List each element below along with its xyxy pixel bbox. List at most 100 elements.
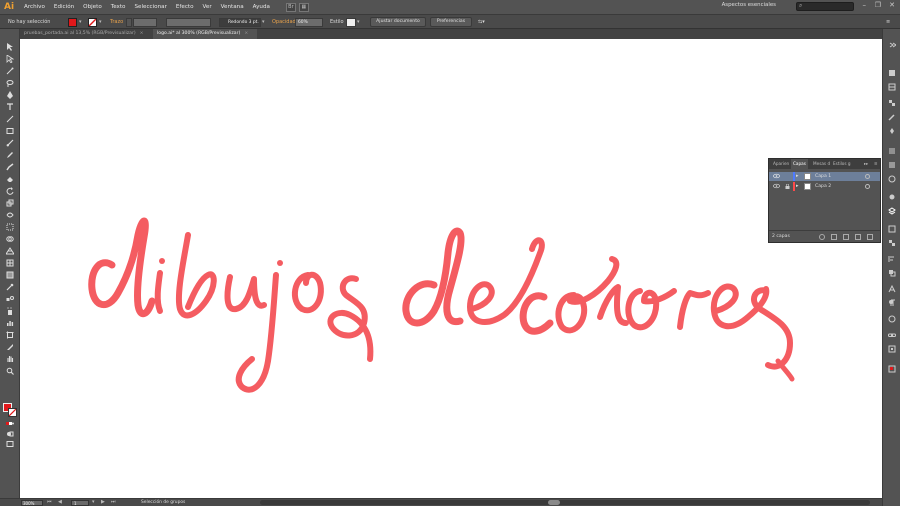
menu-ver[interactable]: Ver bbox=[203, 4, 212, 10]
blend-tool[interactable] bbox=[5, 294, 15, 303]
previous-artboard-icon[interactable]: ◀ bbox=[58, 499, 62, 506]
graphic-style-swatch[interactable] bbox=[346, 18, 356, 27]
arrange-documents-button[interactable]: ▦ bbox=[298, 2, 309, 12]
stroke-stepper[interactable] bbox=[126, 18, 132, 27]
stroke-label[interactable]: Trazo bbox=[110, 18, 123, 27]
zoom-tool[interactable] bbox=[5, 366, 15, 375]
transform-icon[interactable] bbox=[888, 345, 896, 353]
swatches-icon[interactable] bbox=[888, 99, 896, 107]
perspective-grid-tool[interactable] bbox=[5, 246, 15, 255]
symbol-sprayer-tool[interactable] bbox=[5, 306, 15, 315]
bridge-button[interactable]: Br bbox=[285, 2, 296, 12]
collapse-panels-icon[interactable] bbox=[888, 41, 897, 49]
layer-row-capa-2[interactable]: ▸ Capa 2 bbox=[769, 182, 880, 191]
gradient-tool[interactable] bbox=[5, 270, 15, 279]
free-transform-tool[interactable] bbox=[5, 222, 15, 231]
opacity-field[interactable]: 60% bbox=[295, 18, 323, 27]
layer-name[interactable]: Capa 2 bbox=[815, 182, 831, 191]
target-circle-icon[interactable] bbox=[865, 174, 870, 179]
hand-tool[interactable] bbox=[5, 354, 15, 363]
rectangle-tool[interactable] bbox=[5, 126, 15, 135]
character-icon[interactable] bbox=[888, 284, 896, 293]
next-artboard-icon[interactable]: ▶ bbox=[101, 499, 105, 506]
stroke-color-indicator[interactable] bbox=[8, 408, 17, 417]
appearance-icon[interactable] bbox=[888, 193, 896, 201]
restore-button[interactable]: ❐ bbox=[875, 1, 881, 9]
layer-name[interactable]: Capa 1 bbox=[815, 172, 831, 181]
mesh-tool[interactable] bbox=[5, 258, 15, 267]
artboard-canvas[interactable] bbox=[20, 39, 882, 498]
rotate-tool[interactable] bbox=[5, 186, 15, 195]
make-clipping-mask-icon[interactable] bbox=[831, 234, 837, 240]
slice-tool[interactable] bbox=[5, 342, 15, 351]
close-button[interactable]: ✕ bbox=[889, 1, 895, 9]
close-icon[interactable]: × bbox=[244, 31, 248, 36]
eyedropper-tool[interactable] bbox=[5, 282, 15, 291]
stroke-color-swatch[interactable] bbox=[88, 18, 97, 27]
color-icon[interactable] bbox=[888, 69, 896, 77]
menu-objeto[interactable]: Objeto bbox=[83, 4, 102, 10]
visibility-eye-icon[interactable] bbox=[773, 173, 780, 179]
tab-logo[interactable]: logo.ai* al 300% (RGB/Previsualizar) × bbox=[153, 29, 257, 39]
menu-archivo[interactable]: Archivo bbox=[24, 4, 45, 10]
menu-seleccionar[interactable]: Seleccionar bbox=[134, 4, 166, 10]
lock-icon[interactable] bbox=[785, 184, 790, 189]
screen-mode-icon[interactable] bbox=[5, 439, 15, 448]
layer-row-capa-1[interactable]: ▸ Capa 1 bbox=[769, 172, 880, 181]
artboards-icon[interactable] bbox=[888, 225, 896, 233]
gradient-icon[interactable] bbox=[888, 161, 896, 169]
tab-artboards[interactable]: Mesas d bbox=[811, 159, 832, 169]
artboard-number-field[interactable]: 1 bbox=[71, 500, 89, 506]
visibility-eye-icon[interactable] bbox=[773, 183, 780, 189]
chevron-down-icon[interactable]: ▾ bbox=[357, 18, 362, 27]
type-tool[interactable] bbox=[5, 102, 15, 111]
preferences-button[interactable]: Preferencias bbox=[430, 17, 472, 27]
expand-triangle-icon[interactable]: ▸ bbox=[796, 182, 799, 191]
tab-appearance[interactable]: Aparien bbox=[771, 159, 791, 169]
variable-width-profile[interactable] bbox=[166, 18, 211, 27]
chevron-down-icon[interactable]: ▾ bbox=[262, 18, 267, 27]
navigator-icon[interactable] bbox=[888, 365, 896, 373]
horizontal-scrollbar[interactable] bbox=[260, 500, 870, 505]
paintbrush-tool[interactable] bbox=[5, 138, 15, 147]
fill-color-swatch[interactable] bbox=[68, 18, 77, 27]
arrange-icon[interactable]: ⇆▾ bbox=[478, 18, 485, 27]
direct-selection-tool[interactable] bbox=[5, 54, 15, 63]
lettering-artwork[interactable] bbox=[20, 39, 882, 498]
symbols-icon[interactable] bbox=[888, 127, 896, 135]
last-artboard-icon[interactable]: ⏭ bbox=[111, 499, 116, 506]
workspace-switcher[interactable]: Aspectos esenciales bbox=[722, 2, 776, 8]
status-mode[interactable]: Selección de grupos bbox=[141, 499, 185, 506]
color-guide-icon[interactable] bbox=[888, 83, 896, 91]
panel-options-icon[interactable]: ≡ bbox=[872, 159, 880, 169]
menu-efecto[interactable]: Efecto bbox=[176, 4, 194, 10]
new-sublayer-icon[interactable] bbox=[843, 234, 849, 240]
stroke-weight-field[interactable] bbox=[133, 18, 157, 27]
pencil-tool[interactable] bbox=[5, 150, 15, 159]
opentype-icon[interactable] bbox=[888, 315, 896, 323]
target-circle-icon[interactable] bbox=[865, 184, 870, 189]
pathfinder-icon[interactable] bbox=[888, 269, 896, 277]
drawing-mode-icon[interactable] bbox=[5, 429, 15, 438]
panel-menu-icon[interactable]: ▸▸ bbox=[862, 159, 870, 169]
chevron-down-icon[interactable]: ▾ bbox=[79, 18, 84, 27]
paragraph-icon[interactable] bbox=[888, 299, 896, 307]
artboard-tool[interactable] bbox=[5, 330, 15, 339]
brushes-icon[interactable] bbox=[888, 113, 896, 121]
first-artboard-icon[interactable]: ⏮ bbox=[47, 499, 52, 506]
chevron-down-icon[interactable]: ▾ bbox=[99, 18, 104, 27]
color-mode-icon[interactable] bbox=[5, 419, 15, 428]
blob-brush-tool[interactable] bbox=[5, 162, 15, 171]
locate-object-icon[interactable] bbox=[819, 234, 825, 240]
transparency-icon[interactable] bbox=[888, 175, 896, 183]
lasso-tool[interactable] bbox=[5, 78, 15, 87]
panel-menu-icon[interactable]: ≡ bbox=[886, 18, 890, 27]
line-segment-tool[interactable] bbox=[5, 114, 15, 123]
shape-builder-tool[interactable] bbox=[5, 234, 15, 243]
menu-texto[interactable]: Texto bbox=[111, 4, 126, 10]
fit-document-button[interactable]: Ajustar documento bbox=[370, 17, 426, 27]
expand-triangle-icon[interactable]: ▸ bbox=[796, 172, 799, 181]
width-tool[interactable] bbox=[5, 210, 15, 219]
help-search-input[interactable]: ⌕ bbox=[796, 2, 854, 11]
brush-definition-field[interactable]: Redondo 3 pt. bbox=[219, 18, 261, 27]
